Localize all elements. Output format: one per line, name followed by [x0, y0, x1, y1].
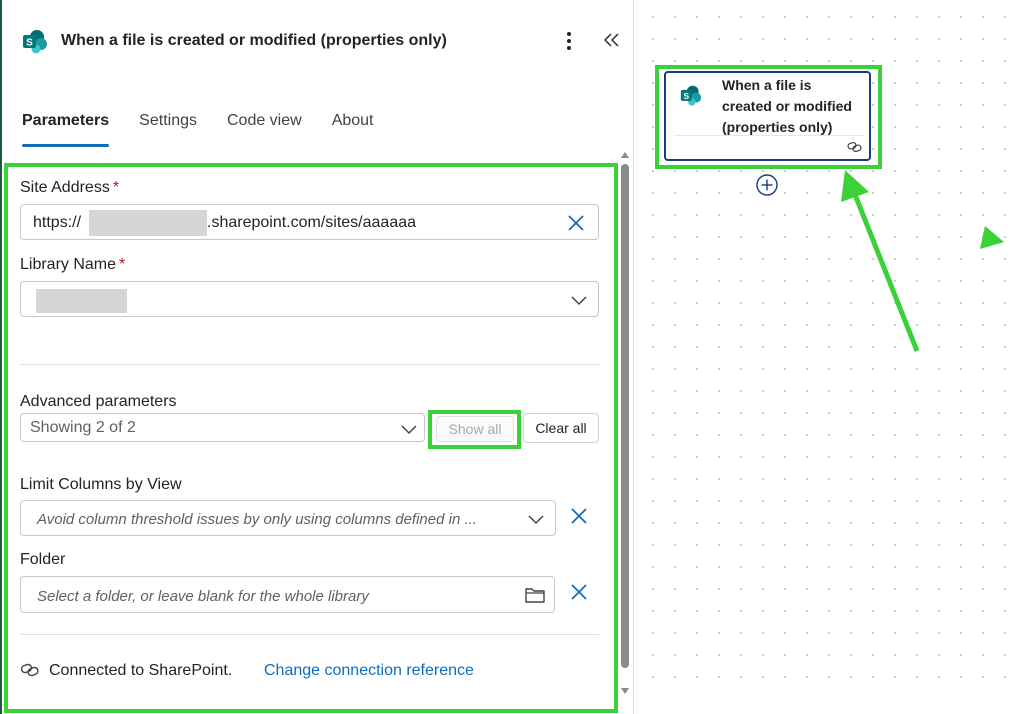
redacted-block: [89, 210, 207, 236]
clear-all-button[interactable]: Clear all: [523, 413, 599, 443]
more-options-icon[interactable]: [558, 28, 580, 54]
sharepoint-icon: S: [680, 85, 702, 106]
site-address-label: Site Address *: [20, 179, 119, 197]
panel-edge: [0, 0, 2, 714]
required-mark: *: [112, 179, 120, 196]
site-address-label-text: Site Address: [20, 179, 110, 196]
folder-placeholder: Select a folder, or leave blank for the …: [37, 588, 369, 605]
advanced-parameters-value: Showing 2 of 2: [30, 419, 136, 436]
library-name-label-text: Library Name: [20, 256, 117, 273]
link-icon: [20, 663, 39, 677]
scroll-up-arrow-icon[interactable]: [621, 152, 629, 158]
panel-scrollbar[interactable]: [620, 150, 630, 696]
plus-circle-icon[interactable]: [755, 173, 779, 197]
show-all-button[interactable]: Show all: [436, 416, 514, 442]
limit-columns-label: Limit Columns by View: [20, 476, 182, 493]
sharepoint-icon: S: [23, 30, 47, 54]
close-icon[interactable]: [568, 581, 590, 603]
tab-about[interactable]: About: [332, 111, 374, 147]
tab-settings[interactable]: Settings: [139, 111, 197, 147]
site-address-input[interactable]: https:// .sharepoint.com/sites/aaaaaa: [20, 204, 599, 240]
tab-list: Parameters Settings Code view About: [22, 111, 404, 147]
connection-status: Connected to SharePoint.: [49, 662, 233, 679]
tab-code-view[interactable]: Code view: [227, 111, 302, 147]
svg-text:S: S: [26, 38, 33, 49]
section-divider: [20, 634, 599, 635]
chevron-down-icon: [401, 425, 417, 435]
close-icon[interactable]: [565, 212, 587, 234]
advanced-parameters-label: Advanced parameters: [20, 393, 177, 410]
annotation-arrowhead: [980, 226, 1004, 249]
advanced-parameters-dropdown[interactable]: Showing 2 of 2: [20, 413, 425, 442]
folder-input[interactable]: Select a folder, or leave blank for the …: [20, 576, 555, 613]
folder-icon[interactable]: [524, 586, 546, 604]
site-address-prefix: https://: [33, 214, 82, 231]
required-mark: *: [119, 256, 126, 273]
library-name-label: Library Name *: [20, 256, 125, 274]
limit-columns-dropdown[interactable]: Avoid column threshold issues by only us…: [20, 500, 556, 536]
chevron-down-icon: [571, 296, 587, 306]
section-divider: [20, 364, 599, 365]
close-icon[interactable]: [568, 505, 590, 527]
folder-label: Folder: [20, 551, 66, 568]
svg-text:S: S: [684, 91, 690, 101]
change-connection-link[interactable]: Change connection reference: [264, 662, 474, 680]
site-address-suffix: .sharepoint.com/sites/aaaaaa: [207, 214, 417, 231]
action-panel: S When a file is created or modified (pr…: [0, 0, 634, 714]
tab-parameters[interactable]: Parameters: [22, 111, 110, 147]
card-divider: [674, 135, 864, 136]
library-name-dropdown[interactable]: [20, 281, 599, 317]
chevron-down-icon: [528, 515, 544, 525]
double-chevron-left-icon[interactable]: [600, 28, 624, 52]
trigger-card-title: When a file is created or modified (prop…: [722, 77, 852, 135]
limit-columns-placeholder: Avoid column threshold issues by only us…: [37, 511, 477, 528]
link-icon: [847, 141, 862, 153]
scroll-thumb[interactable]: [621, 164, 629, 668]
scroll-down-arrow-icon[interactable]: [621, 688, 629, 694]
redacted-block: [36, 289, 127, 313]
annotation-arrow: [841, 170, 920, 352]
panel-title: When a file is created or modified (prop…: [61, 32, 447, 49]
